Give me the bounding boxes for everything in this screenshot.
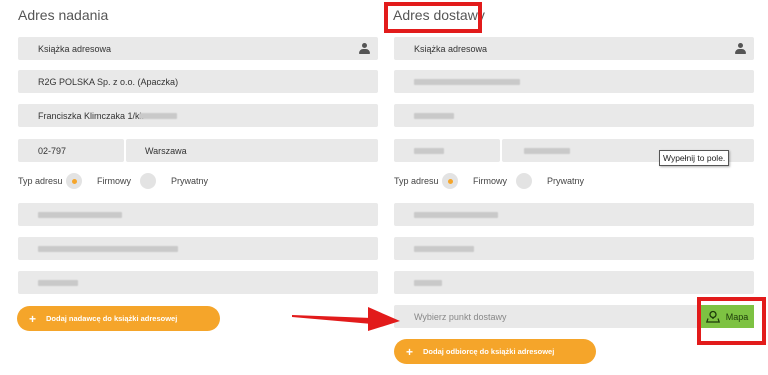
redacted-text <box>414 246 474 252</box>
redacted-text <box>139 113 177 119</box>
redacted-text <box>524 148 570 154</box>
sender-street-value: Franciszka Klimczaka 1/kl. <box>38 110 145 121</box>
redacted-text <box>38 212 122 218</box>
sender-street-field[interactable]: Franciszka Klimczaka 1/kl. <box>18 104 378 127</box>
recipient-phone-field[interactable] <box>394 271 754 294</box>
recipient-street-field[interactable] <box>394 104 754 127</box>
sender-type-company-radio[interactable] <box>66 173 82 189</box>
sender-postcode-value: 02-797 <box>38 145 67 156</box>
add-recipient-label: Dodaj odbiorcę do książki adresowej <box>423 347 555 356</box>
sender-city-field[interactable]: Warszawa <box>126 139 378 162</box>
redacted-text <box>414 212 498 218</box>
arrow-icon <box>292 307 400 331</box>
recipient-address-book-field[interactable]: Książka adresowa <box>394 37 754 60</box>
sender-type-label: Typ adresu <box>18 176 63 186</box>
recipient-company-field[interactable] <box>394 70 754 93</box>
sender-heading: Adres nadania <box>18 7 109 23</box>
recipient-email-field[interactable] <box>394 203 754 226</box>
recipient-type-company-radio[interactable] <box>442 173 458 189</box>
redacted-text <box>414 79 520 85</box>
recipient-contact-field[interactable] <box>394 237 754 260</box>
recipient-postcode-field[interactable] <box>394 139 500 162</box>
person-icon[interactable] <box>735 43 746 54</box>
plus-icon: + <box>406 344 414 359</box>
sender-city-value: Warszawa <box>145 145 187 156</box>
recipient-address-book-label: Książka adresowa <box>414 43 488 54</box>
recipient-heading-highlight <box>384 2 482 33</box>
add-sender-button[interactable]: + Dodaj nadawcę do książki adresowej <box>17 306 220 331</box>
recipient-type-private-label: Prywatny <box>547 176 585 186</box>
map-button-highlight <box>697 297 766 345</box>
sender-contact-field[interactable] <box>18 237 378 260</box>
sender-postcode-field[interactable]: 02-797 <box>18 139 124 162</box>
person-icon[interactable] <box>359 43 370 54</box>
pickup-point-field[interactable]: Wybierz punkt dostawy <box>394 305 700 328</box>
sender-type-private-label: Prywatny <box>171 176 209 186</box>
sender-type-private-radio[interactable] <box>140 173 156 189</box>
redacted-text <box>414 148 444 154</box>
redacted-text <box>414 280 442 286</box>
recipient-type-private-radio[interactable] <box>516 173 532 189</box>
recipient-type-company-label: Firmowy <box>473 176 507 186</box>
sender-type-company-label: Firmowy <box>97 176 131 186</box>
sender-phone-field[interactable] <box>18 271 378 294</box>
plus-icon: + <box>29 311 37 326</box>
sender-address-book-field[interactable]: Książka adresowa <box>18 37 378 60</box>
pickup-point-placeholder: Wybierz punkt dostawy <box>414 311 507 322</box>
sender-company-value: R2G POLSKA Sp. z o.o. (Apaczka) <box>38 76 179 87</box>
sender-email-field[interactable] <box>18 203 378 226</box>
add-recipient-button[interactable]: + Dodaj odbiorcę do książki adresowej <box>394 339 596 364</box>
sender-company-field[interactable]: R2G POLSKA Sp. z o.o. (Apaczka) <box>18 70 378 93</box>
recipient-type-label: Typ adresu <box>394 176 439 186</box>
sender-address-book-label: Książka adresowa <box>38 43 112 54</box>
validation-tooltip: Wypełnij to pole. <box>659 150 730 166</box>
redacted-text <box>414 113 454 119</box>
redacted-text <box>38 280 78 286</box>
add-sender-label: Dodaj nadawcę do książki adresowej <box>46 314 178 323</box>
redacted-text <box>38 246 178 252</box>
